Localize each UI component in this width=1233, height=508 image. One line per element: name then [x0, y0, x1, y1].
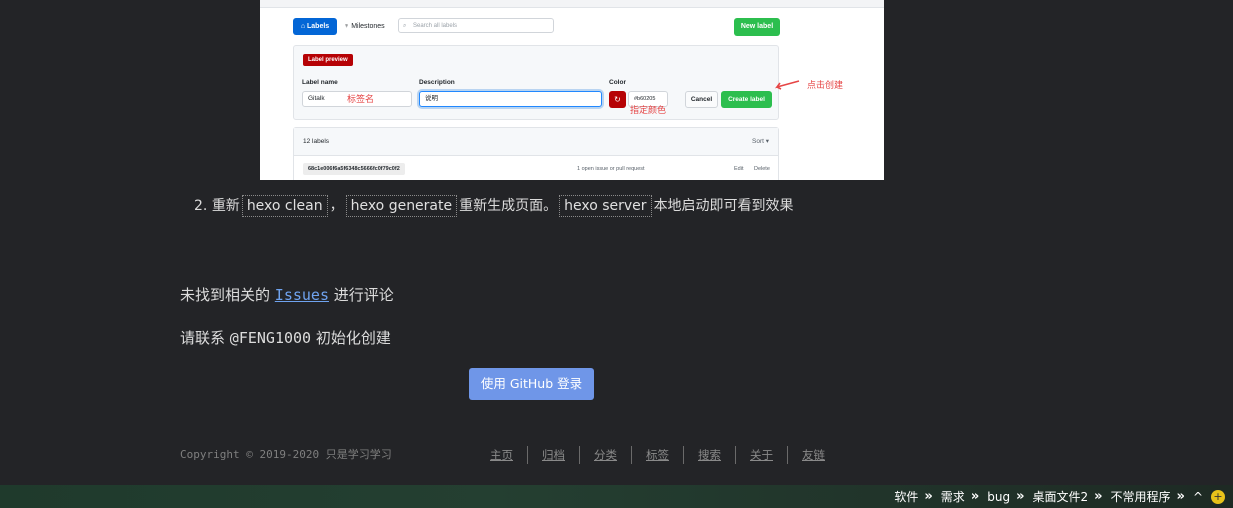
color-heading: Color	[609, 79, 626, 86]
toolbar-bug[interactable]: bug	[987, 490, 1010, 504]
delete-link: Delete	[754, 166, 770, 172]
tab-strip	[260, 0, 884, 8]
show-hidden-icons-arrow-icon[interactable]: ^	[1193, 490, 1203, 504]
footer-nav: 主页 归档 分类 标签 搜索 关于 友链	[490, 446, 853, 464]
label-pill: 68c1e006f6a5f6348c5666fc0f79c0f2	[303, 163, 405, 175]
owner-username: @FENG1000	[229, 329, 312, 347]
footer-link-archive[interactable]: 归档	[542, 446, 580, 464]
footer-link-home[interactable]: 主页	[490, 446, 528, 464]
step-text: 本地启动即可看到效果	[653, 198, 794, 214]
code-hexo-server: hexo server	[559, 195, 652, 217]
step-2: 2. 重新 hexo clean， hexo generate 重新生成页面。 hexo…	[194, 194, 794, 218]
code-hexo-generate: hexo generate	[345, 195, 458, 217]
message-text: 未找到相关的	[180, 286, 271, 304]
toolbar-requirements[interactable]: 需求	[941, 488, 965, 505]
label-name-heading: Label name	[302, 79, 338, 86]
message-text: 请联系	[180, 329, 226, 347]
step-text: 重新	[211, 198, 240, 214]
milestones-button: ♆ Milestones	[344, 23, 385, 30]
edit-link: Edit	[734, 166, 744, 172]
toolbar-desktop-files-2[interactable]: 桌面文件2	[1032, 488, 1088, 505]
create-note: 点击创建	[807, 81, 844, 91]
color-note: 指定颜色	[630, 106, 667, 116]
toolbar-software[interactable]: 软件	[894, 488, 918, 505]
message-text: 进行评论	[333, 286, 394, 304]
step-text: ，	[329, 198, 344, 214]
footer-link-about[interactable]: 关于	[750, 446, 788, 464]
description-field: 说明	[419, 91, 602, 107]
search-labels-input: ⌕ Search all labels	[398, 18, 554, 33]
no-issues-message: 未找到相关的 Issues 进行评论	[180, 283, 394, 307]
labels-button: ⌂ Labels	[293, 18, 337, 35]
chevron-icon[interactable]: »	[971, 489, 979, 504]
refresh-color-icon: ↻	[609, 91, 626, 108]
footer-link-search[interactable]: 搜索	[698, 446, 736, 464]
taskbar-toolbars: 软件 » 需求 » bug » 桌面文件2 » 不常用程序 » ^ +	[886, 485, 1225, 508]
footer-link-categories[interactable]: 分类	[594, 446, 632, 464]
create-label-button: Create label	[721, 91, 772, 108]
github-login-button[interactable]: 使用 GitHub 登录	[469, 368, 594, 400]
sort-dropdown: Sort ▾	[752, 138, 769, 145]
search-icon: ⌕	[403, 23, 407, 29]
label-name-note: 标签名	[347, 95, 375, 105]
chevron-icon[interactable]: »	[1094, 489, 1102, 504]
labels-list-header: 12 labels Sort ▾	[294, 128, 778, 156]
new-label-form: Label preview Label name Gitalk 标签名 Desc…	[293, 45, 779, 120]
cancel-button: Cancel	[685, 91, 718, 108]
labels-count: 12 labels	[303, 138, 330, 145]
message-text: 初始化创建	[315, 329, 391, 347]
footer-link-friends[interactable]: 友链	[802, 446, 839, 464]
labels-list: 12 labels Sort ▾ 68c1e006f6a5f6348c5666f…	[293, 127, 779, 180]
copyright: Copyright © 2019-2020 只是学习学习	[180, 448, 392, 461]
chevron-icon[interactable]: »	[924, 489, 932, 504]
new-label-button: New label	[734, 18, 780, 36]
step-text: 重新生成页面。	[459, 198, 558, 214]
step-number: 2.	[194, 198, 208, 214]
label-preview: Label preview	[303, 54, 353, 66]
code-hexo-clean: hexo clean	[241, 195, 328, 217]
open-issues-count: 1 open issue or pull request	[577, 166, 645, 172]
toolbar-rarely-used[interactable]: 不常用程序	[1111, 488, 1171, 505]
chevron-icon[interactable]: »	[1016, 489, 1024, 504]
chevron-icon[interactable]: »	[1177, 489, 1185, 504]
footer-link-tags[interactable]: 标签	[646, 446, 684, 464]
description-heading: Description	[419, 79, 455, 86]
contact-message: 请联系 @FENG1000 初始化创建	[180, 326, 391, 350]
tray-app-icon[interactable]: +	[1211, 489, 1225, 504]
issues-link[interactable]: Issues	[275, 286, 329, 304]
taskbar: 软件 » 需求 » bug » 桌面文件2 » 不常用程序 » ^ +	[0, 485, 1233, 508]
embedded-screenshot: ⌂ Labels ♆ Milestones ⌕ Search all labels…	[260, 0, 884, 180]
red-arrow-icon	[774, 80, 800, 90]
